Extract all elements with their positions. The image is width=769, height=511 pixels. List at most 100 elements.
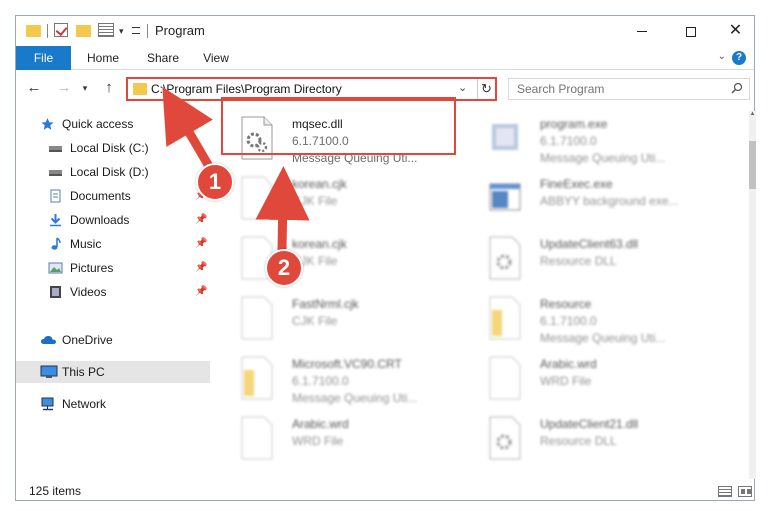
pin-icon[interactable]: 📌 [195,209,207,231]
file-item[interactable]: Arabic.wrd WRD File [240,414,480,471]
folder-icon [489,296,521,340]
file-description: ABBYY background exe... [540,194,679,208]
address-path[interactable]: C:\Program Files\Program Directory [151,82,342,96]
refresh-button[interactable]: ↻ [477,79,495,99]
drive-icon [49,170,62,176]
sidebar-item-onedrive[interactable]: OneDrive [16,329,210,351]
sidebar-item-label: Local Disk (D:) [70,165,149,179]
up-button[interactable]: ↑ [99,78,119,98]
sidebar-item-label: Pictures [70,261,114,275]
large-icons-view-icon[interactable] [738,486,752,497]
file-item[interactable]: Resource 6.1.7100.0 Message Queuing Uti.… [488,294,728,352]
customize-toolbar-icon[interactable] [132,27,140,34]
back-button[interactable]: ← [24,78,44,98]
sidebar-item-label: Downloads [70,213,130,227]
file-name: FineExec.exe [540,177,613,191]
sidebar-item-local-disk-d[interactable]: Local Disk (D:) [16,161,210,183]
close-icon: ✕ [728,22,743,39]
dll-icon [489,416,521,460]
toolbar-divider [47,24,48,38]
sidebar-item-label: Local Disk (C:) [70,141,149,155]
sidebar-item-local-disk-c[interactable]: Local Disk (C:) [16,137,210,159]
file-name: korean.cjk [292,177,347,191]
forward-button[interactable]: → [54,78,74,98]
scroll-thumb[interactable] [749,141,756,189]
file-item[interactable]: Arabic.wrd WRD File [488,354,728,412]
pin-icon[interactable]: 📌 [195,233,207,255]
sidebar-item-videos[interactable]: Videos 📌 [16,281,210,303]
computer-icon [40,365,58,378]
sidebar-item-music[interactable]: Music 📌 [16,233,210,255]
sidebar-item-label: Quick access [62,117,134,131]
file-type: WRD File [540,374,592,388]
pictures-icon [48,262,63,274]
help-button[interactable]: ? [732,51,746,65]
file-item[interactable]: program.exe 6.1.7100.0 Message Queuing U… [488,114,728,172]
folder-icon [133,83,147,95]
sidebar-item-downloads[interactable]: Downloads 📌 [16,209,210,231]
exe-icon [492,124,518,150]
sidebar-item-quick-access[interactable]: Quick access [16,113,210,135]
minimize-button[interactable] [619,16,664,46]
file-name: program.exe [540,117,608,131]
file-description: Message Queuing Uti... [540,331,666,345]
pin-icon[interactable]: 📌 [195,257,207,279]
close-button[interactable]: ✕ [713,16,758,46]
file-name: UpdateClient21.dll [540,417,639,431]
maximize-icon [685,26,696,37]
sidebar-item-label: Music [70,237,102,251]
search-icon[interactable] [731,82,743,94]
file-name: korean.cjk [292,237,347,251]
file-list: mqsec.dll 6.1.7100.0 Message Queuing Uti… [212,111,752,471]
file-description: Message Queuing Uti... [540,151,666,165]
details-view-icon[interactable] [718,486,732,497]
pin-icon[interactable]: 📌 [195,281,207,303]
highlight-box [221,97,456,155]
documents-icon [50,189,61,203]
properties-icon[interactable] [98,23,114,37]
file-item[interactable]: FastNrml.cjk CJK File [240,294,480,352]
file-name: Resource [540,297,592,311]
tab-home[interactable]: Home [78,46,128,70]
address-dropdown-icon[interactable]: ⌄ [458,81,467,94]
file-item[interactable]: FineExec.exe ABBYY background exe... [488,174,728,232]
file-type: WRD File [292,434,344,448]
maximize-button[interactable] [668,16,713,46]
sidebar-item-documents[interactable]: Documents 📌 [16,185,210,207]
videos-icon [50,286,61,298]
recent-locations-icon[interactable]: ▾ [79,78,91,98]
sidebar-item-label: Documents [70,189,131,203]
file-item[interactable]: Microsoft.VC90.CRT 6.1.7100.0 Message Qu… [240,354,480,412]
status-bar: 125 items [16,480,754,502]
search-box[interactable] [508,78,750,100]
file-version: 6.1.7100.0 [540,314,597,328]
properties-check-icon[interactable] [54,23,68,37]
window-title: Program [155,23,205,38]
expand-ribbon-icon[interactable]: ⌄ [718,51,726,62]
sidebar-item-this-pc[interactable]: This PC [16,361,210,383]
sidebar-item-label: Videos [70,285,107,299]
file-item[interactable]: UpdateClient63.dll Resource DLL [488,234,728,292]
title-bar: ▾ Program ✕ [16,16,754,46]
item-count: 125 items [29,484,82,498]
sidebar-item-label: Network [62,397,107,411]
search-input[interactable] [517,82,717,96]
vertical-scrollbar[interactable]: ▲ [749,111,756,479]
music-icon [51,237,61,250]
new-folder-icon[interactable] [76,25,91,37]
network-icon [41,397,54,411]
file-name: Microsoft.VC90.CRT [292,357,402,371]
sidebar-item-network[interactable]: Network [16,393,210,415]
explorer-window: ▾ Program ✕ File Home Share View ⌄ ? ← →… [15,15,756,502]
file-item[interactable]: UpdateClient21.dll Resource DLL [488,414,728,471]
tab-view[interactable]: View [196,46,236,70]
sidebar-item-label: This PC [62,365,105,379]
tab-file[interactable]: File [16,46,71,70]
scroll-up-icon[interactable]: ▲ [749,111,756,119]
file-item[interactable]: korean.cjk CJK File [240,174,480,232]
tab-share[interactable]: Share [138,46,188,70]
sidebar-item-pictures[interactable]: Pictures 📌 [16,257,210,279]
navigation-pane: Quick access Local Disk (C:) Local Disk … [16,111,212,471]
quick-access-dropdown-icon[interactable]: ▾ [119,26,124,42]
folder-icon [26,25,41,37]
